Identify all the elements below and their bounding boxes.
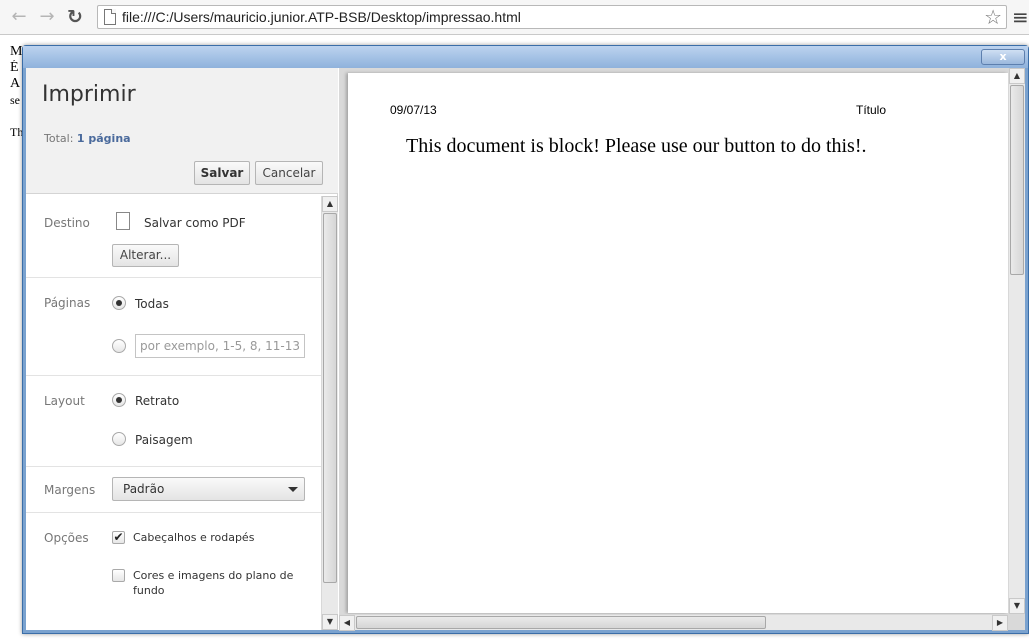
change-destination-button[interactable]: Alterar... <box>112 244 179 267</box>
layout-section: Layout Retrato Paisagem <box>26 376 321 467</box>
cancel-button[interactable]: Cancelar <box>255 161 323 185</box>
forward-icon[interactable]: → <box>36 6 58 28</box>
reload-icon[interactable]: ↻ <box>64 6 86 28</box>
background-graphics-label-line1: Cores e imagens do plano de <box>133 569 294 582</box>
preview-scroll-down-icon[interactable]: ▼ <box>1009 598 1025 614</box>
pdf-document-icon <box>116 212 130 230</box>
settings-panel: Imprimir Total: 1 página Salvar Cancelar… <box>26 68 338 630</box>
preview-scroll-left-icon[interactable]: ◀ <box>339 615 355 631</box>
settings-list: Destino Salvar como PDF Alterar... Págin… <box>26 196 321 630</box>
pages-range-radio[interactable] <box>112 339 126 353</box>
preview-vertical-scrollbar[interactable]: ▲ ▼ <box>1008 68 1025 614</box>
dialog-body: Imprimir Total: 1 página Salvar Cancelar… <box>26 68 1025 631</box>
layout-portrait-label: Retrato <box>135 394 180 408</box>
destination-section: Destino Salvar como PDF Alterar... <box>26 196 321 278</box>
background-graphics-checkbox[interactable] <box>112 569 125 582</box>
headers-footers-label: Cabeçalhos e rodapés <box>133 531 255 544</box>
margins-section: Margens Padrão <box>26 467 321 513</box>
browser-toolbar: ← → ↻ file:///C:/Users/mauricio.junior.A… <box>0 0 1029 35</box>
preview-vertical-thumb[interactable] <box>1010 85 1024 275</box>
margins-value: Padrão <box>123 482 165 496</box>
options-label: Opções <box>44 531 89 545</box>
settings-header: Imprimir Total: 1 página Salvar Cancelar <box>26 68 338 194</box>
preview-header-title: Título <box>856 103 887 117</box>
total-prefix: Total: <box>44 132 74 145</box>
preview-scroll-up-icon[interactable]: ▲ <box>1009 68 1025 84</box>
preview-header-date: 09/07/13 <box>390 103 437 117</box>
layout-landscape-radio[interactable] <box>112 432 126 446</box>
destination-label: Destino <box>44 216 90 230</box>
dialog-title: Imprimir <box>42 82 136 107</box>
total-value: 1 página <box>76 132 131 145</box>
preview-scroll-right-icon[interactable]: ▶ <box>992 615 1008 631</box>
pages-all-radio[interactable] <box>112 296 126 310</box>
background-graphics-label-line2: fundo <box>133 584 165 597</box>
print-preview: 09/07/13 Título This document is block! … <box>339 68 1025 631</box>
margins-select[interactable]: Padrão <box>112 477 305 501</box>
scroll-down-icon[interactable]: ▼ <box>322 614 338 630</box>
layout-landscape-label: Paisagem <box>135 433 193 447</box>
preview-horizontal-thumb[interactable] <box>356 616 766 629</box>
address-bar[interactable]: file:///C:/Users/mauricio.junior.ATP-BSB… <box>97 5 1007 29</box>
dropdown-arrow-icon <box>288 487 298 492</box>
preview-horizontal-scrollbar[interactable]: ◀ ▶ <box>339 614 1008 631</box>
print-dialog: x Imprimir Total: 1 página Salvar Cancel… <box>22 45 1029 634</box>
scroll-up-icon[interactable]: ▲ <box>322 196 338 212</box>
back-icon[interactable]: ← <box>8 6 30 28</box>
destination-value: Salvar como PDF <box>144 216 246 230</box>
headers-footers-checkbox[interactable]: ✔ <box>112 531 125 544</box>
dialog-titlebar: x <box>23 46 1028 68</box>
options-section: Opções ✔ Cabeçalhos e rodapés Cores e im… <box>26 513 321 623</box>
preview-body-text: This document is block! Please use our b… <box>406 135 867 157</box>
settings-scrollbar[interactable]: ▲ ▼ <box>321 196 338 630</box>
page-range-input[interactable]: por exemplo, 1-5, 8, 11-13 <box>135 334 305 358</box>
save-button[interactable]: Salvar <box>194 161 250 185</box>
page-icon <box>104 9 116 25</box>
pages-section: Páginas Todas por exemplo, 1-5, 8, 11-13 <box>26 278 321 376</box>
page-total: Total: 1 página <box>44 132 131 145</box>
pages-label: Páginas <box>44 296 91 310</box>
layout-portrait-radio[interactable] <box>112 393 126 407</box>
pages-all-label: Todas <box>135 297 169 311</box>
settings-scroll-thumb[interactable] <box>323 213 337 583</box>
layout-label: Layout <box>44 394 85 408</box>
preview-page: 09/07/13 Título This document is block! … <box>348 73 1008 613</box>
bookmark-star-icon[interactable]: ☆ <box>984 6 1002 28</box>
url-text: file:///C:/Users/mauricio.junior.ATP-BSB… <box>122 9 521 25</box>
close-button[interactable]: x <box>981 49 1025 65</box>
margins-label: Margens <box>44 483 96 497</box>
menu-icon[interactable]: ≡ <box>1012 7 1029 27</box>
